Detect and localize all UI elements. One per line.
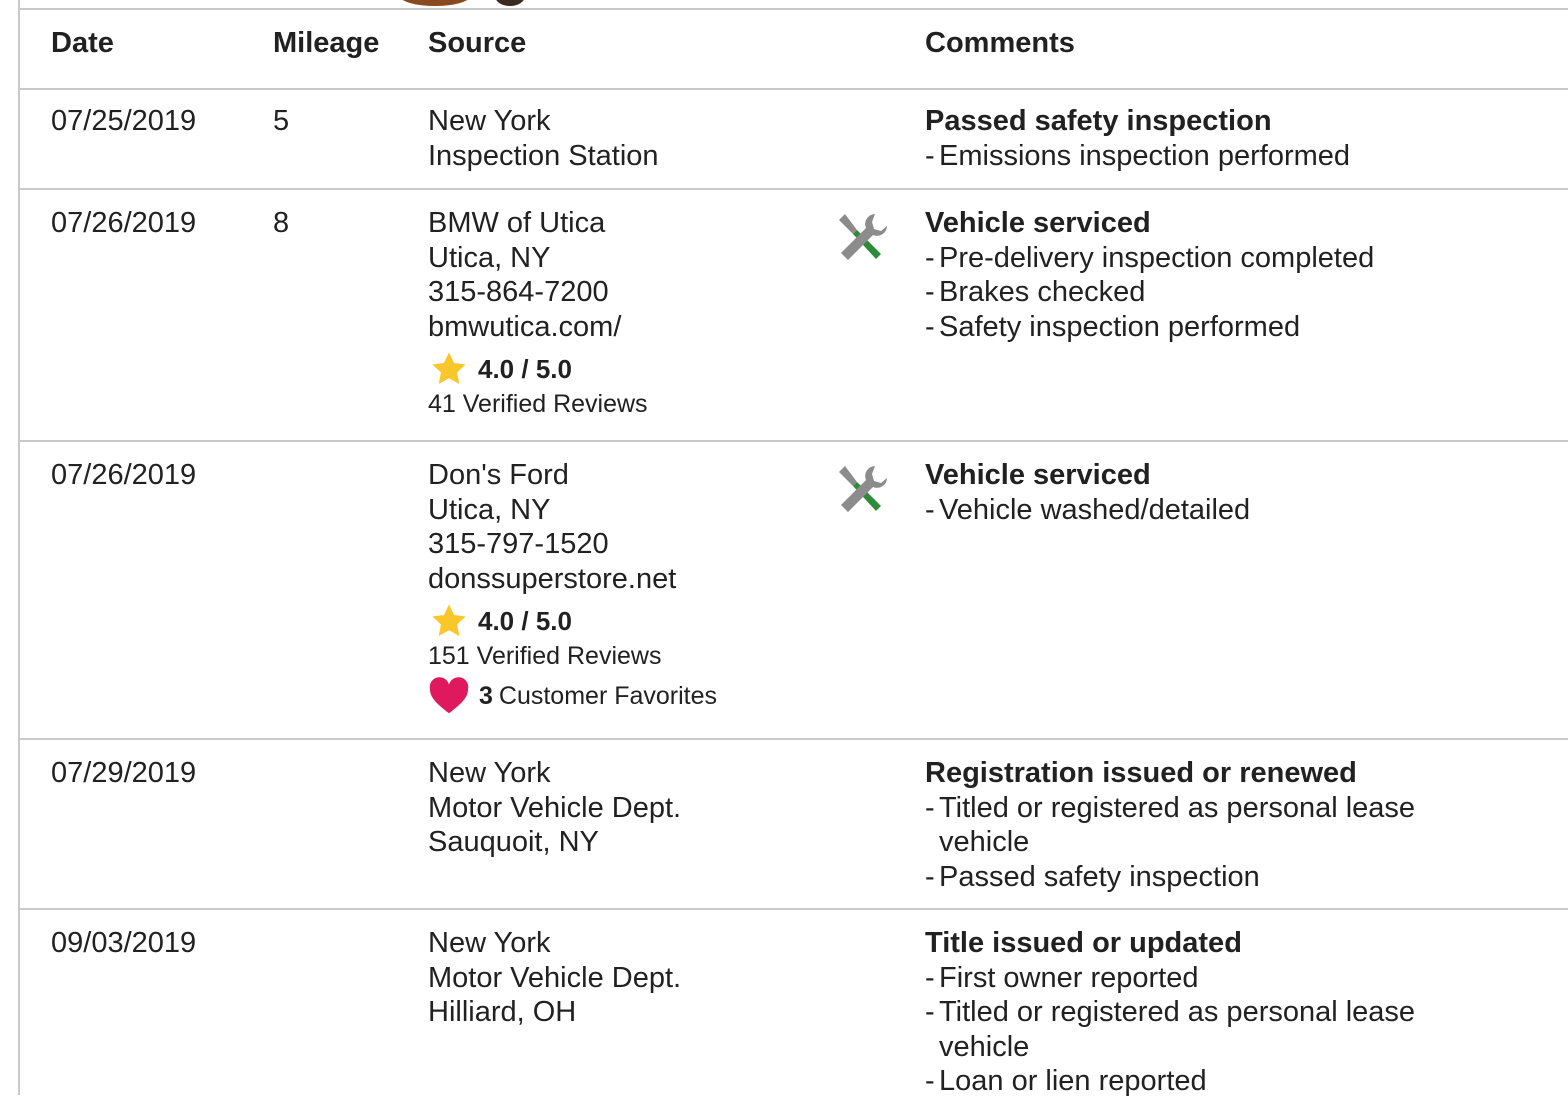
comment-title: Vehicle serviced <box>925 459 1151 491</box>
dealer-rating: 4.0 / 5.0 <box>428 350 828 388</box>
table-row: 07/26/2019 Don's Ford Utica, NY 315-797-… <box>20 442 1568 740</box>
row-date: 07/29/2019 <box>51 757 197 789</box>
source-line: New York <box>428 105 551 137</box>
comment-item: - Loan or lien reported <box>925 1065 1207 1097</box>
service-tools-icon <box>839 466 887 512</box>
row-comments: Vehicle serviced - Vehicle washed/detaile… <box>925 458 1545 527</box>
source-line: New York <box>428 927 551 959</box>
source-line: Motor Vehicle Dept. <box>428 791 682 824</box>
comment-item: - Vehicle washed/detailed <box>925 493 1251 526</box>
header-comments: Comments <box>925 27 1075 59</box>
row-date: 07/25/2019 <box>51 105 197 137</box>
header-mileage: Mileage <box>273 27 380 59</box>
source-line: Sauquoit, NY <box>428 826 599 858</box>
source-line: Hilliard, OH <box>428 996 577 1028</box>
row-mileage: 8 <box>273 207 290 239</box>
comment-item: - Titled or registered as personal lease … <box>925 791 1416 859</box>
rating-score: 4.0 / 5.0 <box>478 353 572 384</box>
comment-title: Registration issued or renewed <box>925 757 1357 789</box>
table-row: 07/26/2019 8 BMW of Utica Utica, NY 315-… <box>20 190 1568 442</box>
row-date: 07/26/2019 <box>51 207 197 239</box>
row-comments: Registration issued or renewed - Titled o… <box>925 756 1465 894</box>
row-comments: Passed safety inspection - Emissions insp… <box>925 104 1545 173</box>
source-phone[interactable]: 315-797-1520 <box>428 527 828 562</box>
row-source: New York Motor Vehicle Dept. Sauquoit, N… <box>428 756 828 860</box>
row-mileage: 5 <box>273 105 290 137</box>
heart-icon <box>429 677 469 714</box>
source-line: Motor Vehicle Dept. <box>428 961 682 994</box>
favorites-label: Customer Favorites <box>498 681 718 710</box>
comment-item: - Pre-delivery inspection completed <box>925 241 1375 274</box>
table-row: 07/29/2019 New York Motor Vehicle Dept. … <box>20 740 1568 910</box>
source-phone[interactable]: 315-864-7200 <box>428 275 828 310</box>
table-header: Date Mileage Source Comments <box>20 10 1568 90</box>
source-line: Utica, NY <box>428 241 551 274</box>
comment-item: - Brakes checked <box>925 276 1146 308</box>
comment-item: - Emissions inspection performed <box>925 139 1351 172</box>
source-line: Utica, NY <box>428 493 551 526</box>
star-icon <box>432 352 466 385</box>
table-row: 07/25/2019 5 New York Inspection Station… <box>20 88 1568 190</box>
row-comments: Vehicle serviced - Pre-delivery inspectio… <box>925 206 1545 344</box>
header-date: Date <box>51 27 114 59</box>
row-source: BMW of Utica Utica, NY 315-864-7200 bmwu… <box>428 206 828 420</box>
source-website-link[interactable]: donssuperstore.net <box>428 562 828 597</box>
rating-score: 4.0 / 5.0 <box>478 605 572 636</box>
comment-item: - Titled or registered as personal lease … <box>925 996 1416 1063</box>
comment-item: - Safety inspection performed <box>925 310 1301 343</box>
customer-favorites[interactable]: 3 Customer Favorites <box>428 677 828 714</box>
star-icon <box>432 604 466 637</box>
source-website-link[interactable]: bmwutica.com/ <box>428 310 828 345</box>
row-source: New York Inspection Station <box>428 104 828 173</box>
row-date: 07/26/2019 <box>51 459 197 491</box>
source-name-link[interactable]: Don's Ford <box>428 458 828 493</box>
table-row: 09/03/2019 New York Motor Vehicle Dept. … <box>20 910 1568 1110</box>
comment-title: Title issued or updated <box>925 927 1242 959</box>
cropped-photo <box>400 0 530 9</box>
favorites-count: 3 <box>479 681 493 710</box>
verified-reviews-link[interactable]: 151 Verified Reviews <box>428 640 828 672</box>
dealer-rating: 4.0 / 5.0 <box>428 602 828 640</box>
comment-item: - Passed safety inspection <box>925 860 1260 893</box>
row-source: Don's Ford Utica, NY 315-797-1520 donssu… <box>428 458 828 714</box>
comment-title: Vehicle serviced <box>925 207 1151 239</box>
row-source: New York Motor Vehicle Dept. Hilliard, O… <box>428 926 828 1030</box>
verified-reviews-link[interactable]: 41 Verified Reviews <box>428 388 828 420</box>
header-source: Source <box>428 27 527 59</box>
source-line: New York <box>428 757 551 789</box>
row-date: 09/03/2019 <box>51 927 197 959</box>
service-tools-icon <box>839 214 887 260</box>
source-line: Inspection Station <box>428 139 659 172</box>
comment-item: - First owner reported <box>925 961 1199 994</box>
row-comments: Title issued or updated - First owner rep… <box>925 926 1465 1099</box>
comment-title: Passed safety inspection <box>925 105 1272 137</box>
source-name-link[interactable]: BMW of Utica <box>428 206 828 241</box>
